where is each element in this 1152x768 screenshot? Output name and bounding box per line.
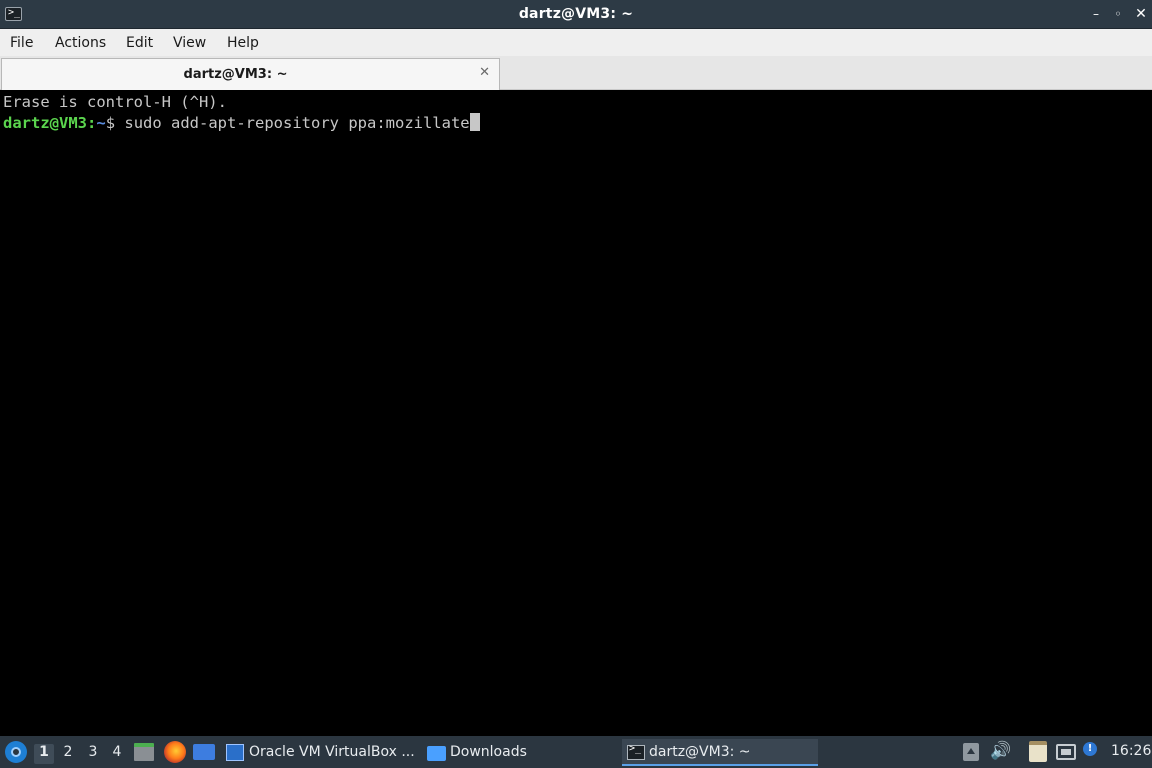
network-icon[interactable]: [1056, 744, 1076, 760]
volume-icon[interactable]: 🔊: [990, 741, 1011, 761]
start-menu-icon[interactable]: [5, 741, 27, 763]
task-terminal[interactable]: >_ dartz@VM3: ~: [622, 739, 818, 766]
task-virtualbox[interactable]: Oracle VM VirtualBox ...: [224, 739, 420, 766]
terminal-prompt-line: dartz@VM3:~$ sudo add-apt-repository ppa…: [3, 113, 480, 132]
menu-view[interactable]: View: [173, 35, 206, 51]
menu-file[interactable]: File: [10, 35, 33, 51]
task-label: Downloads: [450, 744, 527, 760]
update-notifier-icon[interactable]: !: [1083, 742, 1097, 756]
prompt-path: ~: [96, 114, 106, 132]
close-button[interactable]: ✕: [1133, 6, 1149, 22]
text-cursor: [469, 113, 480, 131]
prompt-separator: :: [87, 114, 97, 132]
tab-terminal[interactable]: dartz@VM3: ~ ✕: [1, 58, 500, 90]
tab-label: dartz@VM3: ~: [183, 67, 288, 82]
tab-bar: dartz@VM3: ~ ✕: [0, 56, 1152, 90]
maximize-button[interactable]: ◦: [1110, 6, 1126, 22]
prompt-symbol: $: [105, 114, 125, 132]
file-manager-icon[interactable]: [134, 743, 154, 761]
task-downloads[interactable]: Downloads: [424, 739, 614, 766]
terminal-line: Erase is control-H (^H).: [3, 93, 227, 111]
workspace-4[interactable]: 4: [107, 744, 127, 764]
workspace-2[interactable]: 2: [58, 744, 78, 764]
menu-help[interactable]: Help: [227, 35, 259, 51]
tray-expand-icon[interactable]: [963, 743, 979, 761]
workspace-3[interactable]: 3: [83, 744, 103, 764]
workspace-1[interactable]: 1: [34, 744, 54, 764]
tab-close-icon[interactable]: ✕: [479, 65, 490, 80]
menu-actions[interactable]: Actions: [55, 35, 106, 51]
window-titlebar[interactable]: >_ dartz@VM3: ~ – ◦ ✕: [0, 0, 1152, 29]
firefox-icon[interactable]: [164, 741, 186, 763]
task-label: Oracle VM VirtualBox ...: [249, 744, 415, 760]
minimize-button[interactable]: –: [1088, 6, 1104, 22]
show-desktop-icon[interactable]: [193, 744, 215, 760]
prompt-user: dartz@VM3: [3, 114, 87, 132]
terminal-icon: >_: [627, 743, 645, 760]
virtualbox-icon: [226, 744, 244, 761]
clock[interactable]: 16:26: [1111, 743, 1151, 759]
window-title: dartz@VM3: ~: [518, 6, 634, 22]
terminal-output[interactable]: Erase is control-H (^H). dartz@VM3:~$ su…: [0, 90, 1152, 736]
menu-edit[interactable]: Edit: [126, 35, 153, 51]
menu-bar: File Actions Edit View Help: [0, 29, 1152, 56]
folder-icon: [427, 746, 446, 761]
task-label: dartz@VM3: ~: [649, 744, 751, 760]
clipboard-icon[interactable]: [1029, 741, 1047, 762]
taskbar: 1 2 3 4 Oracle VM VirtualBox ... Downloa…: [0, 736, 1152, 768]
command-input[interactable]: sudo add-apt-repository ppa:mozillate: [124, 114, 469, 132]
